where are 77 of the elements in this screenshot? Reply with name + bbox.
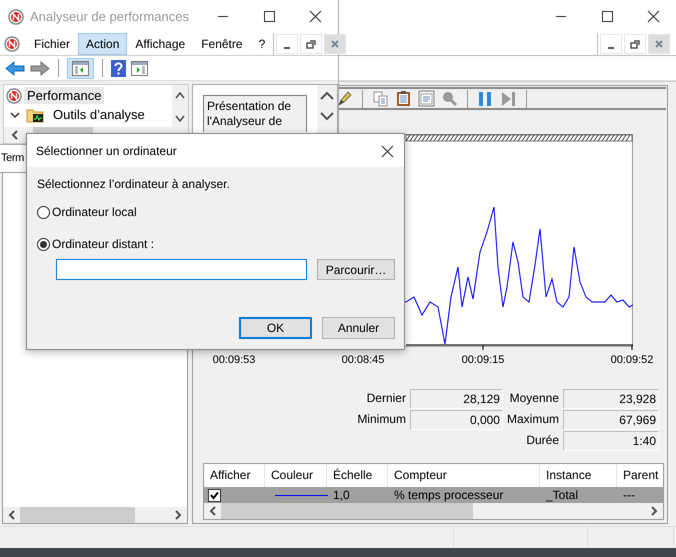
scroll-down-icon[interactable]: [175, 115, 185, 123]
stat-label: Maximum: [506, 411, 559, 428]
back-arrow-icon[interactable]: [5, 60, 25, 76]
scroll-left-icon[interactable]: [208, 506, 218, 516]
axis-label: 00:08:45: [342, 354, 384, 366]
tree-item[interactable]: Outils d’analyse: [50, 106, 148, 123]
overview-button[interactable]: Présentation de l'Analyseur de: [203, 95, 307, 132]
panel-icon: [72, 60, 89, 76]
scroll-right-icon[interactable]: [649, 506, 659, 516]
prompt-text: Sélectionnez l’ordinateur à analyser.: [37, 177, 231, 193]
maximize-icon[interactable]: [600, 9, 614, 24]
ok-button[interactable]: OK: [239, 317, 312, 339]
input-field[interactable]: [56, 259, 308, 280]
expand-caret-icon[interactable]: [10, 110, 20, 120]
help-icon[interactable]: [111, 60, 126, 76]
scrollbar-thumb[interactable]: [221, 503, 473, 519]
scroll-left-icon[interactable]: [7, 510, 17, 520]
radio-button[interactable]: [37, 206, 50, 218]
close-icon[interactable]: [646, 9, 660, 24]
dialog-title: Sélectionner un ordinateur: [36, 144, 177, 158]
scroll-left-icon[interactable]: [10, 130, 20, 140]
stat-value: 67,969: [563, 410, 659, 430]
stat-value: 0,000: [410, 410, 503, 430]
scroll-right-icon[interactable]: [173, 510, 183, 520]
clipboard-icon[interactable]: [395, 90, 412, 107]
maximize-icon[interactable]: [262, 9, 276, 24]
cancel-button[interactable]: Annuler: [322, 317, 395, 339]
close-icon[interactable]: [380, 144, 394, 158]
table-cell-text: 1,0: [332, 487, 351, 503]
scrollbar-thumb[interactable]: [20, 507, 135, 523]
app-icon[interactable]: [4, 36, 20, 52]
table-row[interactable]: 1,0 % temps processeur _Total ---: [204, 487, 663, 503]
menu-item[interactable]: Fenêtre: [193, 33, 251, 55]
properties-icon[interactable]: [418, 90, 435, 107]
forward-arrow-icon[interactable]: [30, 60, 50, 76]
stat-value: 1:40: [563, 431, 659, 451]
stat-value: 23,928: [563, 389, 659, 409]
copy-icon[interactable]: [372, 90, 389, 107]
radio-option[interactable]: Ordinateur distant :: [37, 236, 395, 252]
column-header[interactable]: Parent: [617, 464, 663, 487]
menu-item[interactable]: Fichier: [26, 33, 78, 55]
minimize-icon[interactable]: [600, 34, 622, 54]
minimize-icon[interactable]: [276, 34, 298, 54]
stat-value: 28,129: [410, 389, 503, 409]
tab-label: Term: [1, 152, 24, 164]
stat-label: Minimum: [357, 411, 406, 428]
axis-label: 00:09:15: [462, 354, 504, 366]
stat-label: Moyenne: [510, 390, 559, 407]
stat-label: Dernier: [366, 390, 406, 407]
pause-icon[interactable]: [477, 90, 494, 107]
browse-button[interactable]: Parcourir…: [317, 259, 395, 280]
menu-item[interactable]: Affichage: [127, 33, 194, 55]
table-cell-text: ---: [622, 487, 636, 503]
folder-chart-icon: [26, 106, 44, 122]
tree-item[interactable]: Performance: [24, 87, 104, 104]
toggle-tree-button[interactable]: [67, 58, 94, 78]
table-cell-text: % temps processeur: [393, 487, 504, 503]
restore-icon[interactable]: [300, 34, 322, 54]
close-icon[interactable]: [308, 9, 322, 24]
window-title: Analyseur de performances: [30, 9, 189, 24]
scroll-up-icon[interactable]: [175, 91, 185, 99]
menu-item[interactable]: ?: [250, 33, 274, 55]
checkbox[interactable]: [208, 489, 221, 502]
app-icon: [8, 8, 24, 24]
app-icon: [6, 88, 22, 104]
scroll-up-icon[interactable]: [320, 91, 334, 101]
radio-option[interactable]: Ordinateur local: [37, 204, 395, 220]
panel-icon[interactable]: [131, 60, 148, 76]
menu-item[interactable]: Action: [78, 33, 128, 55]
table-cell-text: _Total: [544, 487, 580, 503]
axis-label: 00:09:53: [212, 354, 256, 366]
restore-icon[interactable]: [624, 34, 646, 54]
axis-label: 00:09:52: [610, 354, 654, 366]
scroll-down-icon[interactable]: [320, 111, 334, 121]
checkmark-icon: [210, 491, 219, 500]
radio-button[interactable]: [37, 238, 50, 250]
stat-label: Durée: [526, 432, 559, 449]
